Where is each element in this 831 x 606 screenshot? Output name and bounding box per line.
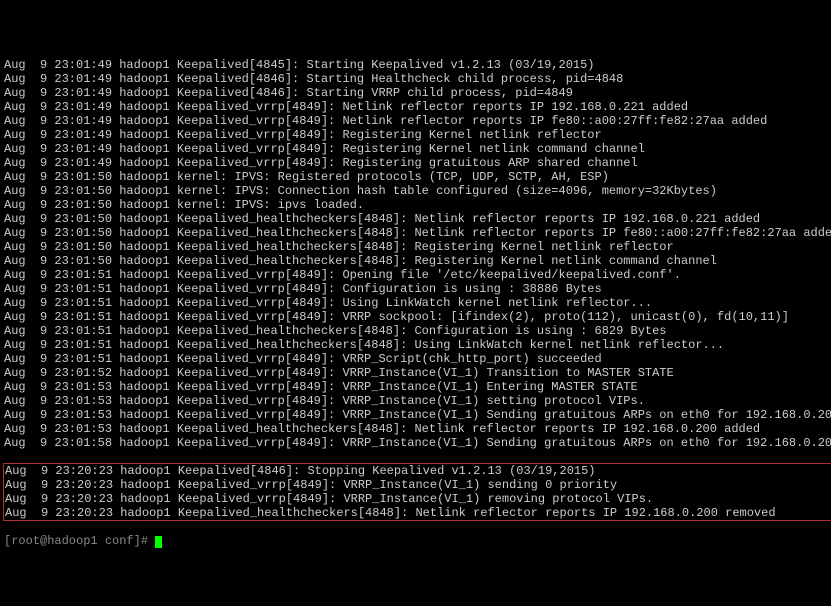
log-line: Aug 9 23:01:53 hadoop1 Keepalived_vrrp[4… — [4, 408, 831, 422]
log-line: Aug 9 23:01:49 hadoop1 Keepalived_vrrp[4… — [4, 100, 831, 114]
log-line: Aug 9 23:01:50 hadoop1 kernel: IPVS: ipv… — [4, 198, 831, 212]
log-line: Aug 9 23:01:49 hadoop1 Keepalived_vrrp[4… — [4, 114, 831, 128]
log-line: Aug 9 23:01:50 hadoop1 Keepalived_health… — [4, 254, 831, 268]
log-line: Aug 9 23:01:49 hadoop1 Keepalived[4846]:… — [4, 72, 831, 86]
log-line: Aug 9 23:01:50 hadoop1 kernel: IPVS: Reg… — [4, 170, 831, 184]
log-line: Aug 9 23:01:50 hadoop1 Keepalived_health… — [4, 226, 831, 240]
log-line: Aug 9 23:01:53 hadoop1 Keepalived_health… — [4, 422, 831, 436]
log-output: Aug 9 23:01:49 hadoop1 Keepalived[4845]:… — [4, 58, 831, 450]
log-line: Aug 9 23:01:53 hadoop1 Keepalived_vrrp[4… — [4, 394, 831, 408]
log-line: Aug 9 23:01:49 hadoop1 Keepalived[4846]:… — [4, 86, 831, 100]
log-line: Aug 9 23:01:52 hadoop1 Keepalived_vrrp[4… — [4, 366, 831, 380]
highlighted-log-block: Aug 9 23:20:23 hadoop1 Keepalived[4846]:… — [3, 463, 831, 521]
log-line: Aug 9 23:20:23 hadoop1 Keepalived_vrrp[4… — [5, 478, 831, 492]
log-line: Aug 9 23:01:51 hadoop1 Keepalived_health… — [4, 338, 831, 352]
log-line: Aug 9 23:01:50 hadoop1 Keepalived_health… — [4, 240, 831, 254]
shell-prompt: [root@hadoop1 conf]# — [4, 534, 155, 548]
log-line: Aug 9 23:20:23 hadoop1 Keepalived_health… — [5, 506, 831, 520]
log-line: Aug 9 23:01:51 hadoop1 Keepalived_health… — [4, 324, 831, 338]
log-line: Aug 9 23:01:49 hadoop1 Keepalived_vrrp[4… — [4, 142, 831, 156]
log-line: Aug 9 23:01:51 hadoop1 Keepalived_vrrp[4… — [4, 352, 831, 366]
log-line: Aug 9 23:20:23 hadoop1 Keepalived_vrrp[4… — [5, 492, 831, 506]
cursor-icon — [155, 536, 162, 548]
log-line: Aug 9 23:01:49 hadoop1 Keepalived_vrrp[4… — [4, 128, 831, 142]
log-line: Aug 9 23:01:51 hadoop1 Keepalived_vrrp[4… — [4, 282, 831, 296]
log-line: Aug 9 23:01:49 hadoop1 Keepalived[4845]:… — [4, 58, 831, 72]
log-line: Aug 9 23:01:51 hadoop1 Keepalived_vrrp[4… — [4, 310, 831, 324]
log-line: Aug 9 23:01:53 hadoop1 Keepalived_vrrp[4… — [4, 380, 831, 394]
log-line: Aug 9 23:01:49 hadoop1 Keepalived_vrrp[4… — [4, 156, 831, 170]
log-line: Aug 9 23:01:51 hadoop1 Keepalived_vrrp[4… — [4, 268, 831, 282]
log-line: Aug 9 23:01:58 hadoop1 Keepalived_vrrp[4… — [4, 436, 831, 450]
log-line: Aug 9 23:01:51 hadoop1 Keepalived_vrrp[4… — [4, 296, 831, 310]
log-line: Aug 9 23:01:50 hadoop1 Keepalived_health… — [4, 212, 831, 226]
log-line: Aug 9 23:01:50 hadoop1 kernel: IPVS: Con… — [4, 184, 831, 198]
log-line: Aug 9 23:20:23 hadoop1 Keepalived[4846]:… — [5, 464, 831, 478]
